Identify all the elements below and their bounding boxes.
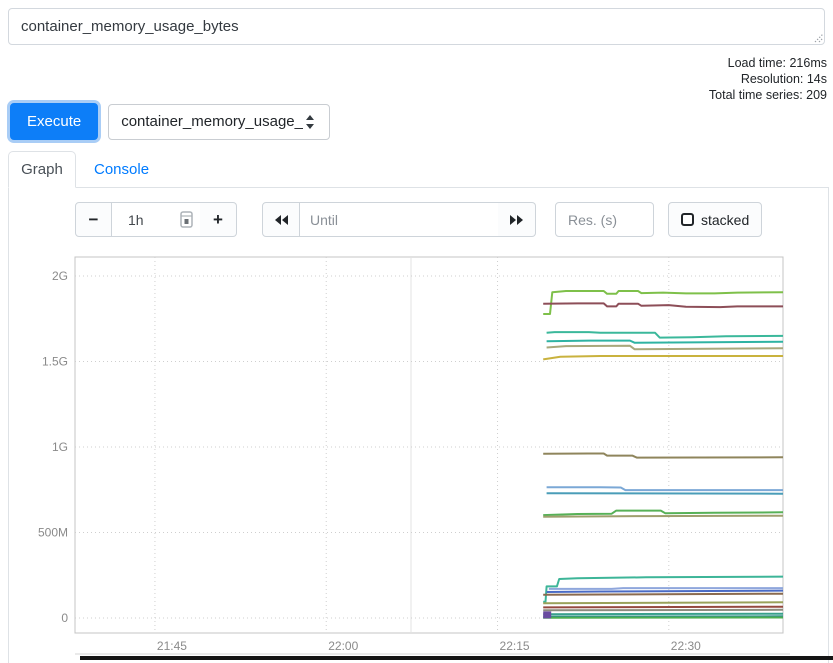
tab-graph[interactable]: Graph [8, 151, 76, 188]
series-olivegreen-90M [543, 602, 783, 603]
stacked-label: stacked [701, 212, 749, 228]
y-axis-tick-label: 0 [61, 611, 68, 625]
total-series-text: Total time series: 209 [709, 87, 827, 103]
series-darkred-64M [543, 607, 783, 608]
series-gray-47M [543, 610, 783, 611]
metric-select-value: container_memory_usage_bytes [121, 113, 303, 130]
metric-select[interactable]: container_memory_usage_bytes [108, 104, 330, 140]
query-stats: Load time: 216ms Resolution: 14s Total t… [709, 55, 827, 103]
resolution-text: Resolution: 14s [709, 71, 827, 87]
time-forward-button[interactable] [498, 202, 536, 237]
load-time-text: Load time: 216ms [709, 55, 827, 71]
minus-icon: − [89, 211, 99, 228]
x-axis-tick-label: 22:00 [328, 639, 358, 653]
series-brown-0.14G [543, 594, 783, 595]
range-decrease-button[interactable]: − [75, 202, 112, 237]
prometheus-expression-browser: container_memory_usage_bytes Load time: … [0, 0, 833, 663]
until-input[interactable] [300, 202, 498, 237]
series-steelteal-0.73G [547, 493, 783, 494]
x-axis-tick-label: 21:45 [157, 639, 187, 653]
stacked-toggle-button[interactable]: stacked [668, 202, 762, 237]
plus-icon: + [213, 211, 223, 228]
series-teal-23M [543, 614, 783, 615]
graph-svg[interactable]: 0 500M 1G 1.5G 2G 21:45 22:00 22:15 22:30 [30, 250, 793, 660]
tab-console[interactable]: Console [94, 151, 149, 187]
y-axis-tick-label: 1.5G [42, 355, 68, 369]
series-periwinkle-0.17G [549, 588, 783, 589]
tab-bar: Graph Console [8, 151, 825, 187]
rewind-icon [274, 214, 289, 226]
y-axis-tick-label: 1G [52, 440, 68, 454]
checkbox-unchecked-icon [681, 213, 694, 226]
fast-forward-icon [509, 214, 524, 226]
textarea-resize-grip-icon[interactable] [812, 31, 824, 43]
graph-area: 0 500M 1G 1.5G 2G 21:45 22:00 22:15 22:30 [30, 250, 793, 660]
x-axis-tick-label: 22:15 [500, 639, 530, 653]
x-axis-tick-label: 22:30 [671, 639, 701, 653]
select-updown-arrows-icon [305, 114, 315, 130]
y-axis-tick-label: 2G [52, 269, 68, 283]
range-input[interactable] [112, 202, 200, 237]
execute-row: Execute container_memory_usage_bytes [10, 103, 330, 140]
horizontal-scrollbar[interactable] [80, 656, 833, 660]
series-olive-0.59G [543, 516, 783, 517]
query-input[interactable]: container_memory_usage_bytes [8, 8, 825, 45]
time-back-button[interactable] [262, 202, 300, 237]
range-increase-button[interactable]: + [200, 202, 237, 237]
time-input-group [262, 202, 536, 237]
range-input-group: − + [75, 202, 237, 237]
resolution-input[interactable] [555, 202, 654, 237]
execute-button[interactable]: Execute [10, 103, 98, 140]
y-axis-tick-label: 500M [38, 526, 68, 540]
